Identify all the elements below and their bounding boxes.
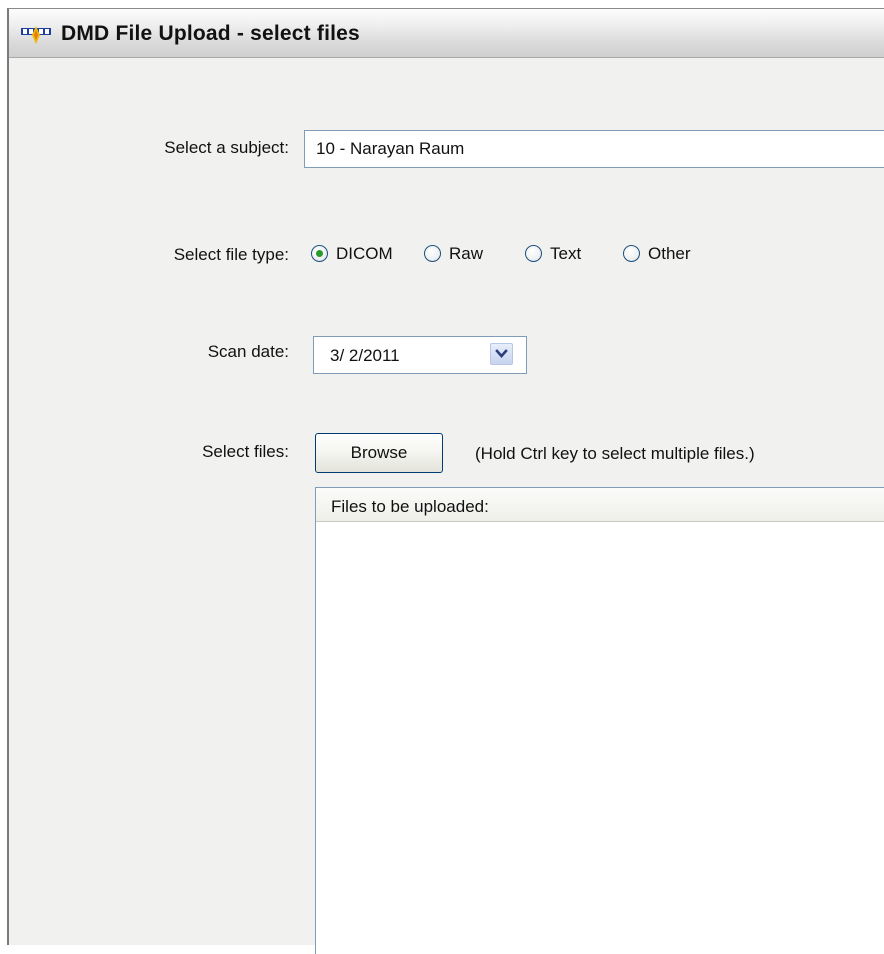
files-list-header[interactable]: Files to be uploaded: [316, 488, 884, 522]
radio-raw-label[interactable]: Raw [449, 242, 483, 266]
select-files-label: Select files: [202, 442, 289, 461]
radio-text-circle[interactable] [525, 245, 542, 262]
radio-other-circle[interactable] [623, 245, 640, 262]
subject-select[interactable]: 10 - Narayan Raum [304, 130, 884, 168]
radio-dicom-label[interactable]: DICOM [336, 242, 393, 266]
upload-window: DMD File Upload - select files Select a … [7, 8, 884, 954]
scan-date-picker[interactable]: 3/ 2/2011 [313, 336, 527, 374]
title-bar[interactable]: DMD File Upload - select files [9, 9, 884, 58]
scan-date-label: Scan date: [207, 342, 289, 361]
browse-button[interactable]: Browse [315, 433, 443, 473]
subject-label: Select a subject: [164, 138, 289, 157]
files-list-header-label: Files to be uploaded: [331, 497, 489, 516]
files-to-upload-list[interactable]: Files to be uploaded: [315, 487, 884, 954]
chevron-down-icon [495, 349, 508, 358]
window-title: DMD File Upload - select files [61, 22, 360, 45]
date-dropdown-button[interactable] [490, 343, 513, 365]
scan-date-value[interactable]: 3/ 2/2011 [330, 345, 400, 367]
app-logo-icon [21, 24, 51, 46]
radio-text-label[interactable]: Text [550, 242, 581, 266]
radio-selected-dot [316, 250, 323, 257]
file-type-label: Select file type: [173, 245, 289, 264]
radio-raw-circle[interactable] [424, 245, 441, 262]
multi-select-hint: (Hold Ctrl key to select multiple files.… [475, 444, 755, 463]
radio-dicom-circle[interactable] [311, 245, 328, 262]
radio-other-label[interactable]: Other [648, 242, 691, 266]
